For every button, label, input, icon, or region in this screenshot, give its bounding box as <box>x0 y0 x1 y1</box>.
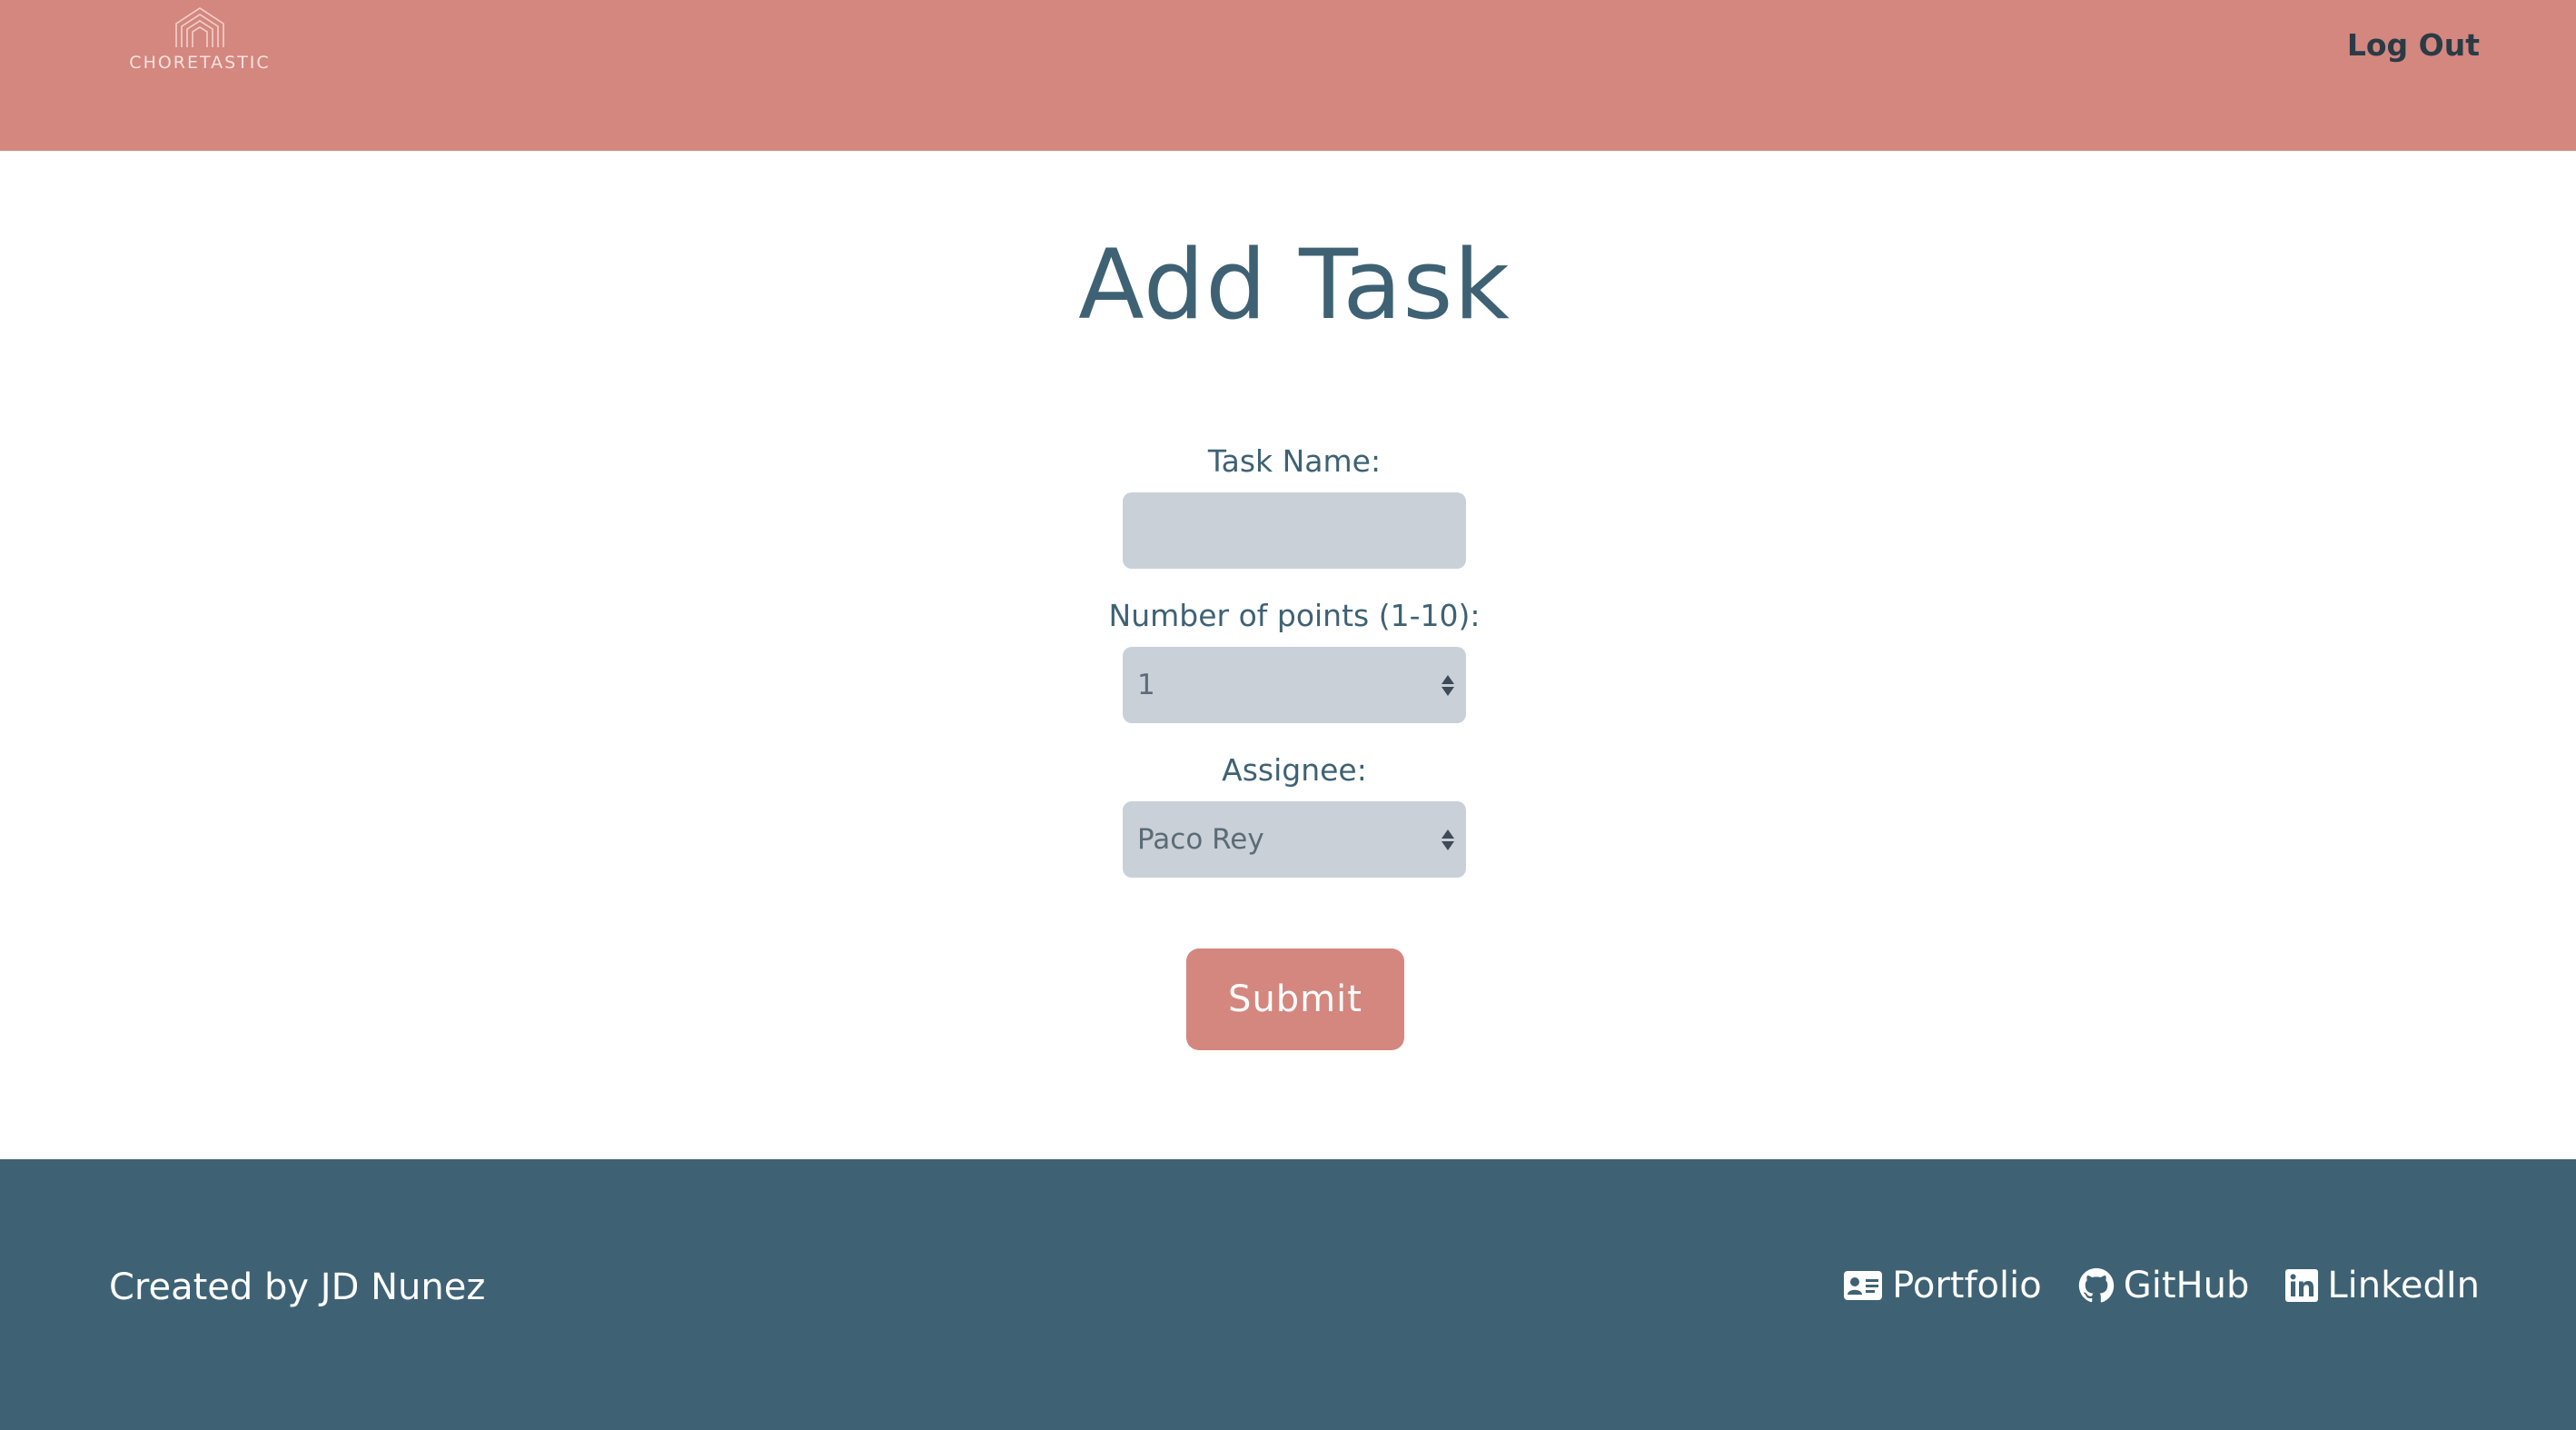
portfolio-link[interactable]: Portfolio <box>1843 1265 2042 1306</box>
footer: Created by JD Nunez Portfolio GitHub Lin… <box>0 1159 2576 1430</box>
linkedin-link[interactable]: LinkedIn <box>2285 1265 2480 1306</box>
github-icon <box>2078 1267 2115 1304</box>
select-arrows-icon <box>1441 667 1455 703</box>
portfolio-link-label: Portfolio <box>1892 1265 2042 1306</box>
points-label: Number of points (1-10): <box>1108 598 1481 633</box>
assignee-select[interactable]: Paco Rey <box>1123 801 1466 878</box>
points-select[interactable]: 1 <box>1123 647 1466 723</box>
footer-links: Portfolio GitHub LinkedIn <box>1807 1265 2480 1306</box>
task-name-input[interactable] <box>1123 492 1466 569</box>
page-title: Add Task <box>1078 229 1511 341</box>
logo-link[interactable]: CHORETASTIC <box>118 5 282 82</box>
linkedin-icon <box>2285 1269 2319 1302</box>
linkedin-link-label: LinkedIn <box>2327 1265 2480 1306</box>
main-content: Add Task Task Name: Number of points (1-… <box>0 151 2576 1159</box>
task-name-label: Task Name: <box>1207 443 1382 479</box>
submit-button[interactable]: Submit <box>1186 948 1404 1050</box>
assignee-label: Assignee: <box>1222 752 1367 788</box>
top-navbar: CHORETASTIC Log Out <box>0 0 2576 151</box>
house-logo-icon <box>175 7 224 47</box>
select-arrows-icon <box>1441 821 1455 858</box>
id-card-icon <box>1843 1270 1883 1301</box>
assignee-select-value: Paco Rey <box>1137 823 1264 856</box>
footer-credit: Created by JD Nunez <box>109 1266 486 1308</box>
logout-link[interactable]: Log Out <box>2347 27 2480 63</box>
page: CHORETASTIC Log Out Add Task Task Name: … <box>0 0 2576 1430</box>
github-link-label: GitHub <box>2123 1265 2250 1306</box>
points-select-value: 1 <box>1137 669 1155 701</box>
logo-text: CHORETASTIC <box>129 53 271 73</box>
github-link[interactable]: GitHub <box>2078 1265 2250 1306</box>
